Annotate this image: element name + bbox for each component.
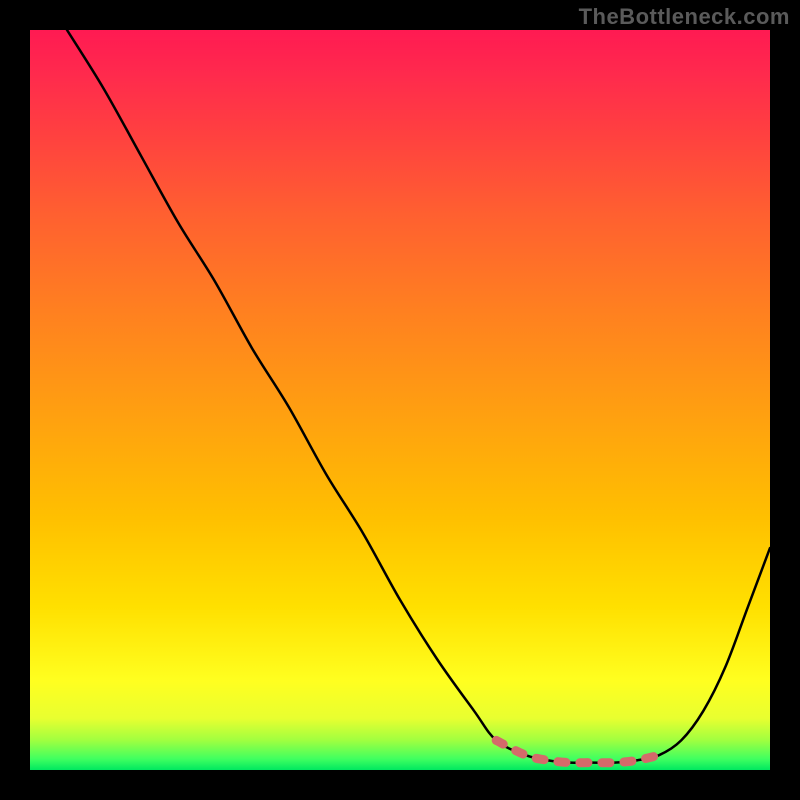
optimal-region-path — [496, 740, 659, 762]
bottleneck-curve-path — [67, 30, 770, 763]
curve-svg — [30, 30, 770, 770]
plot-area — [30, 30, 770, 770]
chart-container: TheBottleneck.com — [0, 0, 800, 800]
watermark-text: TheBottleneck.com — [579, 4, 790, 30]
